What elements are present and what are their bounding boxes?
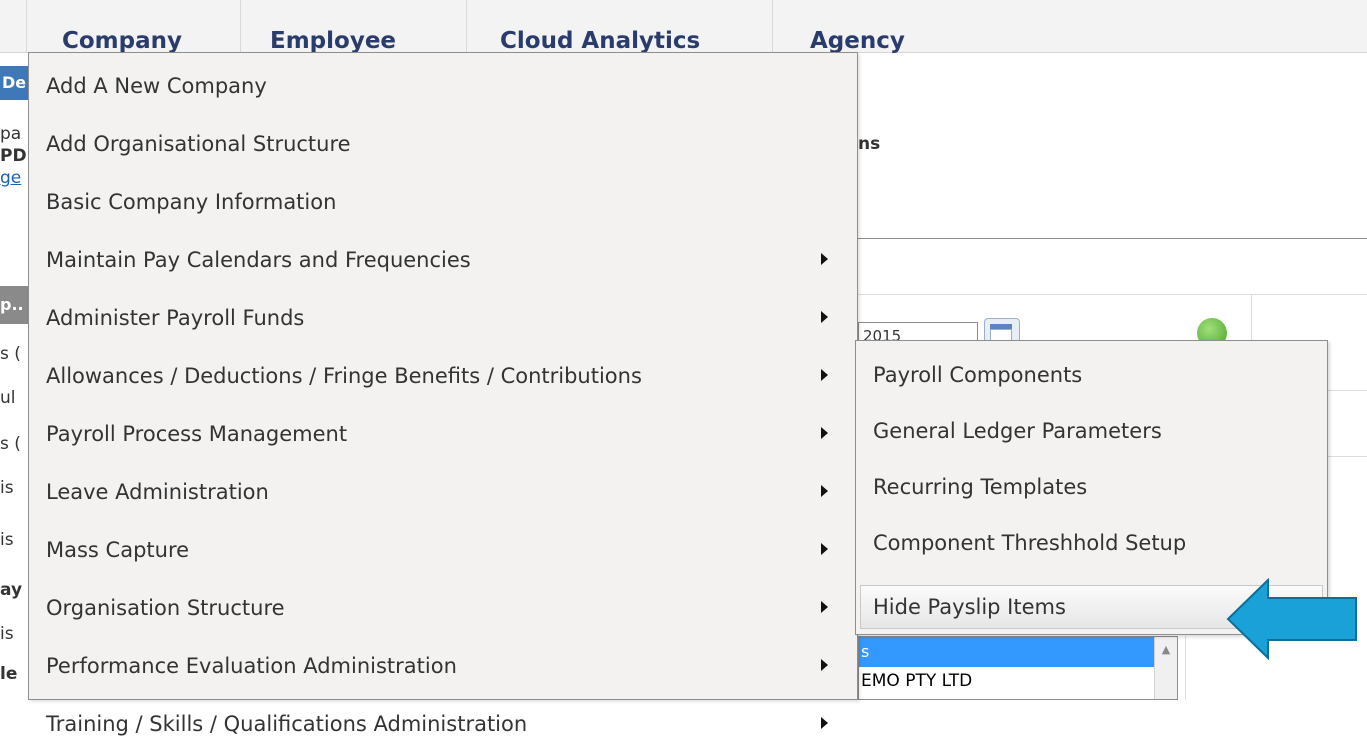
bg-divider: [858, 238, 1367, 239]
bg-divider: [1185, 636, 1186, 700]
menu-item-leave-administration[interactable]: Leave Administration: [29, 459, 857, 517]
nav-separator: [240, 0, 241, 52]
submenu-item-recurring-templates[interactable]: Recurring Templates: [856, 453, 1327, 509]
nav-separator: [466, 0, 467, 52]
submenu-arrow-icon: [821, 253, 828, 265]
menu-item-label: Performance Evaluation Administration: [46, 654, 457, 678]
listbox-item[interactable]: EMO PTY LTD: [861, 671, 972, 691]
scroll-up-icon[interactable]: ▲: [1154, 637, 1177, 699]
nav-tab-cloud-analytics[interactable]: Cloud Analytics: [500, 28, 700, 54]
bg-text: is: [0, 478, 14, 498]
nav-tab-agency[interactable]: Agency: [810, 28, 905, 54]
menu-item-label: Add Organisational Structure: [46, 132, 351, 156]
company-listbox[interactable]: s EMO PTY LTD ▲: [858, 636, 1178, 700]
menu-item-label: Administer Payroll Funds: [46, 306, 305, 330]
bg-text: ul: [0, 388, 16, 408]
top-navigation-bar: Company Employee Cloud Analytics Agency: [0, 0, 1367, 54]
submenu-arrow-icon: [821, 427, 828, 439]
bg-divider: [1251, 294, 1252, 340]
bg-divider: [858, 294, 1367, 295]
bg-text: is: [0, 530, 14, 550]
submenu-item-label: Recurring Templates: [873, 475, 1088, 499]
submenu-arrow-icon: [821, 311, 828, 323]
bg-text: pa: [0, 124, 22, 144]
submenu-item-label: General Ledger Parameters: [873, 419, 1162, 443]
menu-item-basic-company-information[interactable]: Basic Company Information: [29, 169, 857, 227]
nav-separator: [772, 0, 773, 52]
menu-item-label: Allowances / Deductions / Fringe Benefit…: [46, 364, 642, 388]
menu-item-mass-capture[interactable]: Mass Capture: [29, 517, 857, 575]
nav-tab-company[interactable]: Company: [62, 28, 182, 54]
submenu-arrow-icon: [821, 369, 828, 381]
submenu-item-payroll-components[interactable]: Payroll Components: [856, 341, 1327, 397]
listbox-selected-item[interactable]: s: [859, 637, 1155, 667]
menu-item-label: Maintain Pay Calendars and Frequencies: [46, 248, 471, 272]
submenu-item-label: Payroll Components: [873, 363, 1083, 387]
nav-separator: [26, 0, 27, 52]
menu-item-payroll-process-management[interactable]: Payroll Process Management: [29, 401, 857, 459]
background-left-strip: De pa PD ge p.. s ( ul s ( is is ay is l…: [0, 58, 30, 698]
menu-item-add-organisational-structure[interactable]: Add Organisational Structure: [29, 111, 857, 169]
bg-section-header: p..: [0, 286, 30, 324]
bg-text: s (: [0, 344, 21, 364]
menu-item-payroll-funds[interactable]: Administer Payroll Funds: [29, 285, 857, 343]
submenu-item-component-threshhold-setup[interactable]: Component Threshhold Setup: [856, 509, 1327, 565]
menu-item-organisation-structure[interactable]: Organisation Structure: [29, 575, 857, 633]
menu-item-label: Mass Capture: [46, 538, 190, 562]
submenu-item-label: Hide Payslip Items: [873, 595, 1066, 619]
submenu-item-general-ledger-parameters[interactable]: General Ledger Parameters: [856, 397, 1327, 453]
menu-item-label: Payroll Process Management: [46, 422, 348, 446]
menu-item-label: Add A New Company: [46, 74, 267, 98]
bg-divider: [1328, 456, 1367, 457]
submenu-arrow-icon: [821, 659, 828, 671]
nav-tab-employee[interactable]: Employee: [270, 28, 396, 54]
bg-text: ay: [0, 580, 23, 600]
menu-item-performance-evaluation[interactable]: Performance Evaluation Administration: [29, 633, 857, 691]
menu-item-label: Leave Administration: [46, 480, 269, 504]
annotation-arrow-icon: [1226, 578, 1357, 660]
bg-text: is: [0, 624, 14, 644]
bg-link[interactable]: ge: [0, 168, 21, 188]
bg-heading-fragment: ns: [858, 134, 881, 154]
menu-item-add-new-company[interactable]: Add A New Company: [29, 53, 857, 111]
bg-text: le: [0, 664, 18, 684]
menu-item-label: Organisation Structure: [46, 596, 285, 620]
menu-item-allowances-deductions[interactable]: Allowances / Deductions / Fringe Benefit…: [29, 343, 857, 401]
submenu-arrow-icon: [821, 601, 828, 613]
bg-divider: [1328, 390, 1367, 391]
menu-item-label: Training / Skills / Qualifications Admin…: [46, 712, 528, 736]
submenu-item-label: Component Threshhold Setup: [873, 531, 1187, 555]
menu-item-label: Basic Company Information: [46, 190, 337, 214]
submenu-arrow-icon: [821, 485, 828, 497]
submenu-arrow-icon: [821, 543, 828, 555]
company-dropdown-menu: Add A New Company Add Organisational Str…: [28, 52, 858, 736]
menu-item-pay-calendars[interactable]: Maintain Pay Calendars and Frequencies: [29, 227, 857, 285]
submenu-arrow-icon: [821, 717, 828, 729]
bg-text: PD: [0, 146, 27, 166]
bg-section-header: De: [0, 66, 30, 100]
bg-text: s (: [0, 434, 21, 454]
